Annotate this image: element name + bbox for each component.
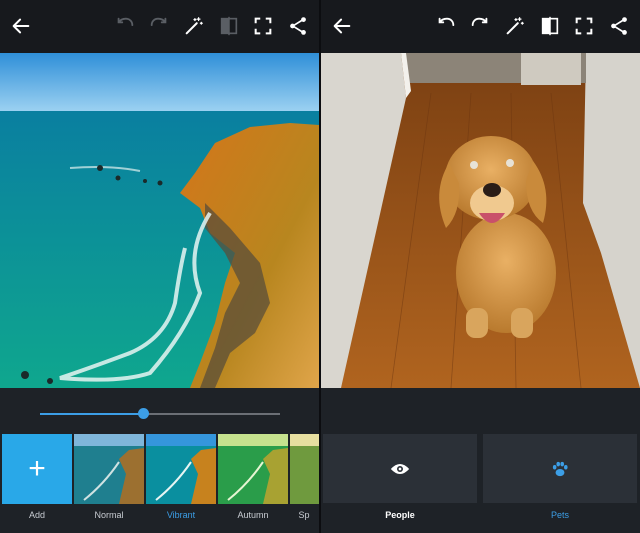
filter-thumb-normal[interactable] — [74, 434, 144, 504]
filter-label-autumn: Autumn — [237, 510, 269, 520]
seascape-photo — [0, 53, 319, 388]
filter-strip: + Add Normal Vibrant Autumn Sp — [0, 433, 319, 533]
category-label-pets: Pets — [550, 510, 569, 520]
add-filter-button[interactable]: + — [2, 434, 72, 504]
slider-track[interactable] — [40, 408, 280, 419]
filter-thumb-sp[interactable] — [290, 434, 319, 504]
back-arrow-icon[interactable] — [8, 13, 34, 39]
compare-icon[interactable] — [537, 13, 563, 39]
compare-icon[interactable] — [216, 13, 242, 39]
crop-icon[interactable] — [571, 13, 597, 39]
filter-label-sp: Sp — [298, 510, 310, 520]
category-people-button[interactable] — [323, 434, 477, 503]
crop-icon[interactable] — [250, 13, 276, 39]
left-screen: + Add Normal Vibrant Autumn Sp — [0, 0, 319, 533]
paw-icon — [552, 461, 568, 476]
plus-icon: + — [28, 452, 46, 485]
undo-icon[interactable] — [112, 13, 138, 39]
top-toolbar — [321, 0, 640, 53]
intensity-slider[interactable] — [0, 388, 319, 433]
magic-wand-icon[interactable] — [181, 13, 207, 39]
filter-label-add: Add — [28, 510, 45, 520]
filter-thumb-autumn[interactable] — [218, 434, 288, 504]
undo-icon[interactable] — [433, 13, 459, 39]
back-arrow-icon[interactable] — [329, 13, 355, 39]
category-label-people: People — [385, 510, 415, 520]
magic-wand-icon[interactable] — [502, 13, 528, 39]
dog-photo — [321, 53, 640, 388]
filter-thumb-vibrant[interactable] — [146, 434, 216, 504]
share-icon[interactable] — [285, 13, 311, 39]
slider-fill — [40, 413, 144, 415]
category-pets-button[interactable] — [483, 434, 637, 503]
slider-thumb[interactable] — [138, 408, 150, 419]
share-icon[interactable] — [606, 13, 632, 39]
category-panel: People Pets — [321, 388, 640, 533]
eye-icon — [390, 463, 410, 474]
filter-label-normal: Normal — [94, 510, 124, 520]
right-screen: People Pets — [321, 0, 640, 533]
redo-icon[interactable] — [146, 13, 172, 39]
top-toolbar — [0, 0, 319, 53]
filter-label-vibrant: Vibrant — [166, 510, 196, 520]
redo-icon[interactable] — [467, 13, 493, 39]
